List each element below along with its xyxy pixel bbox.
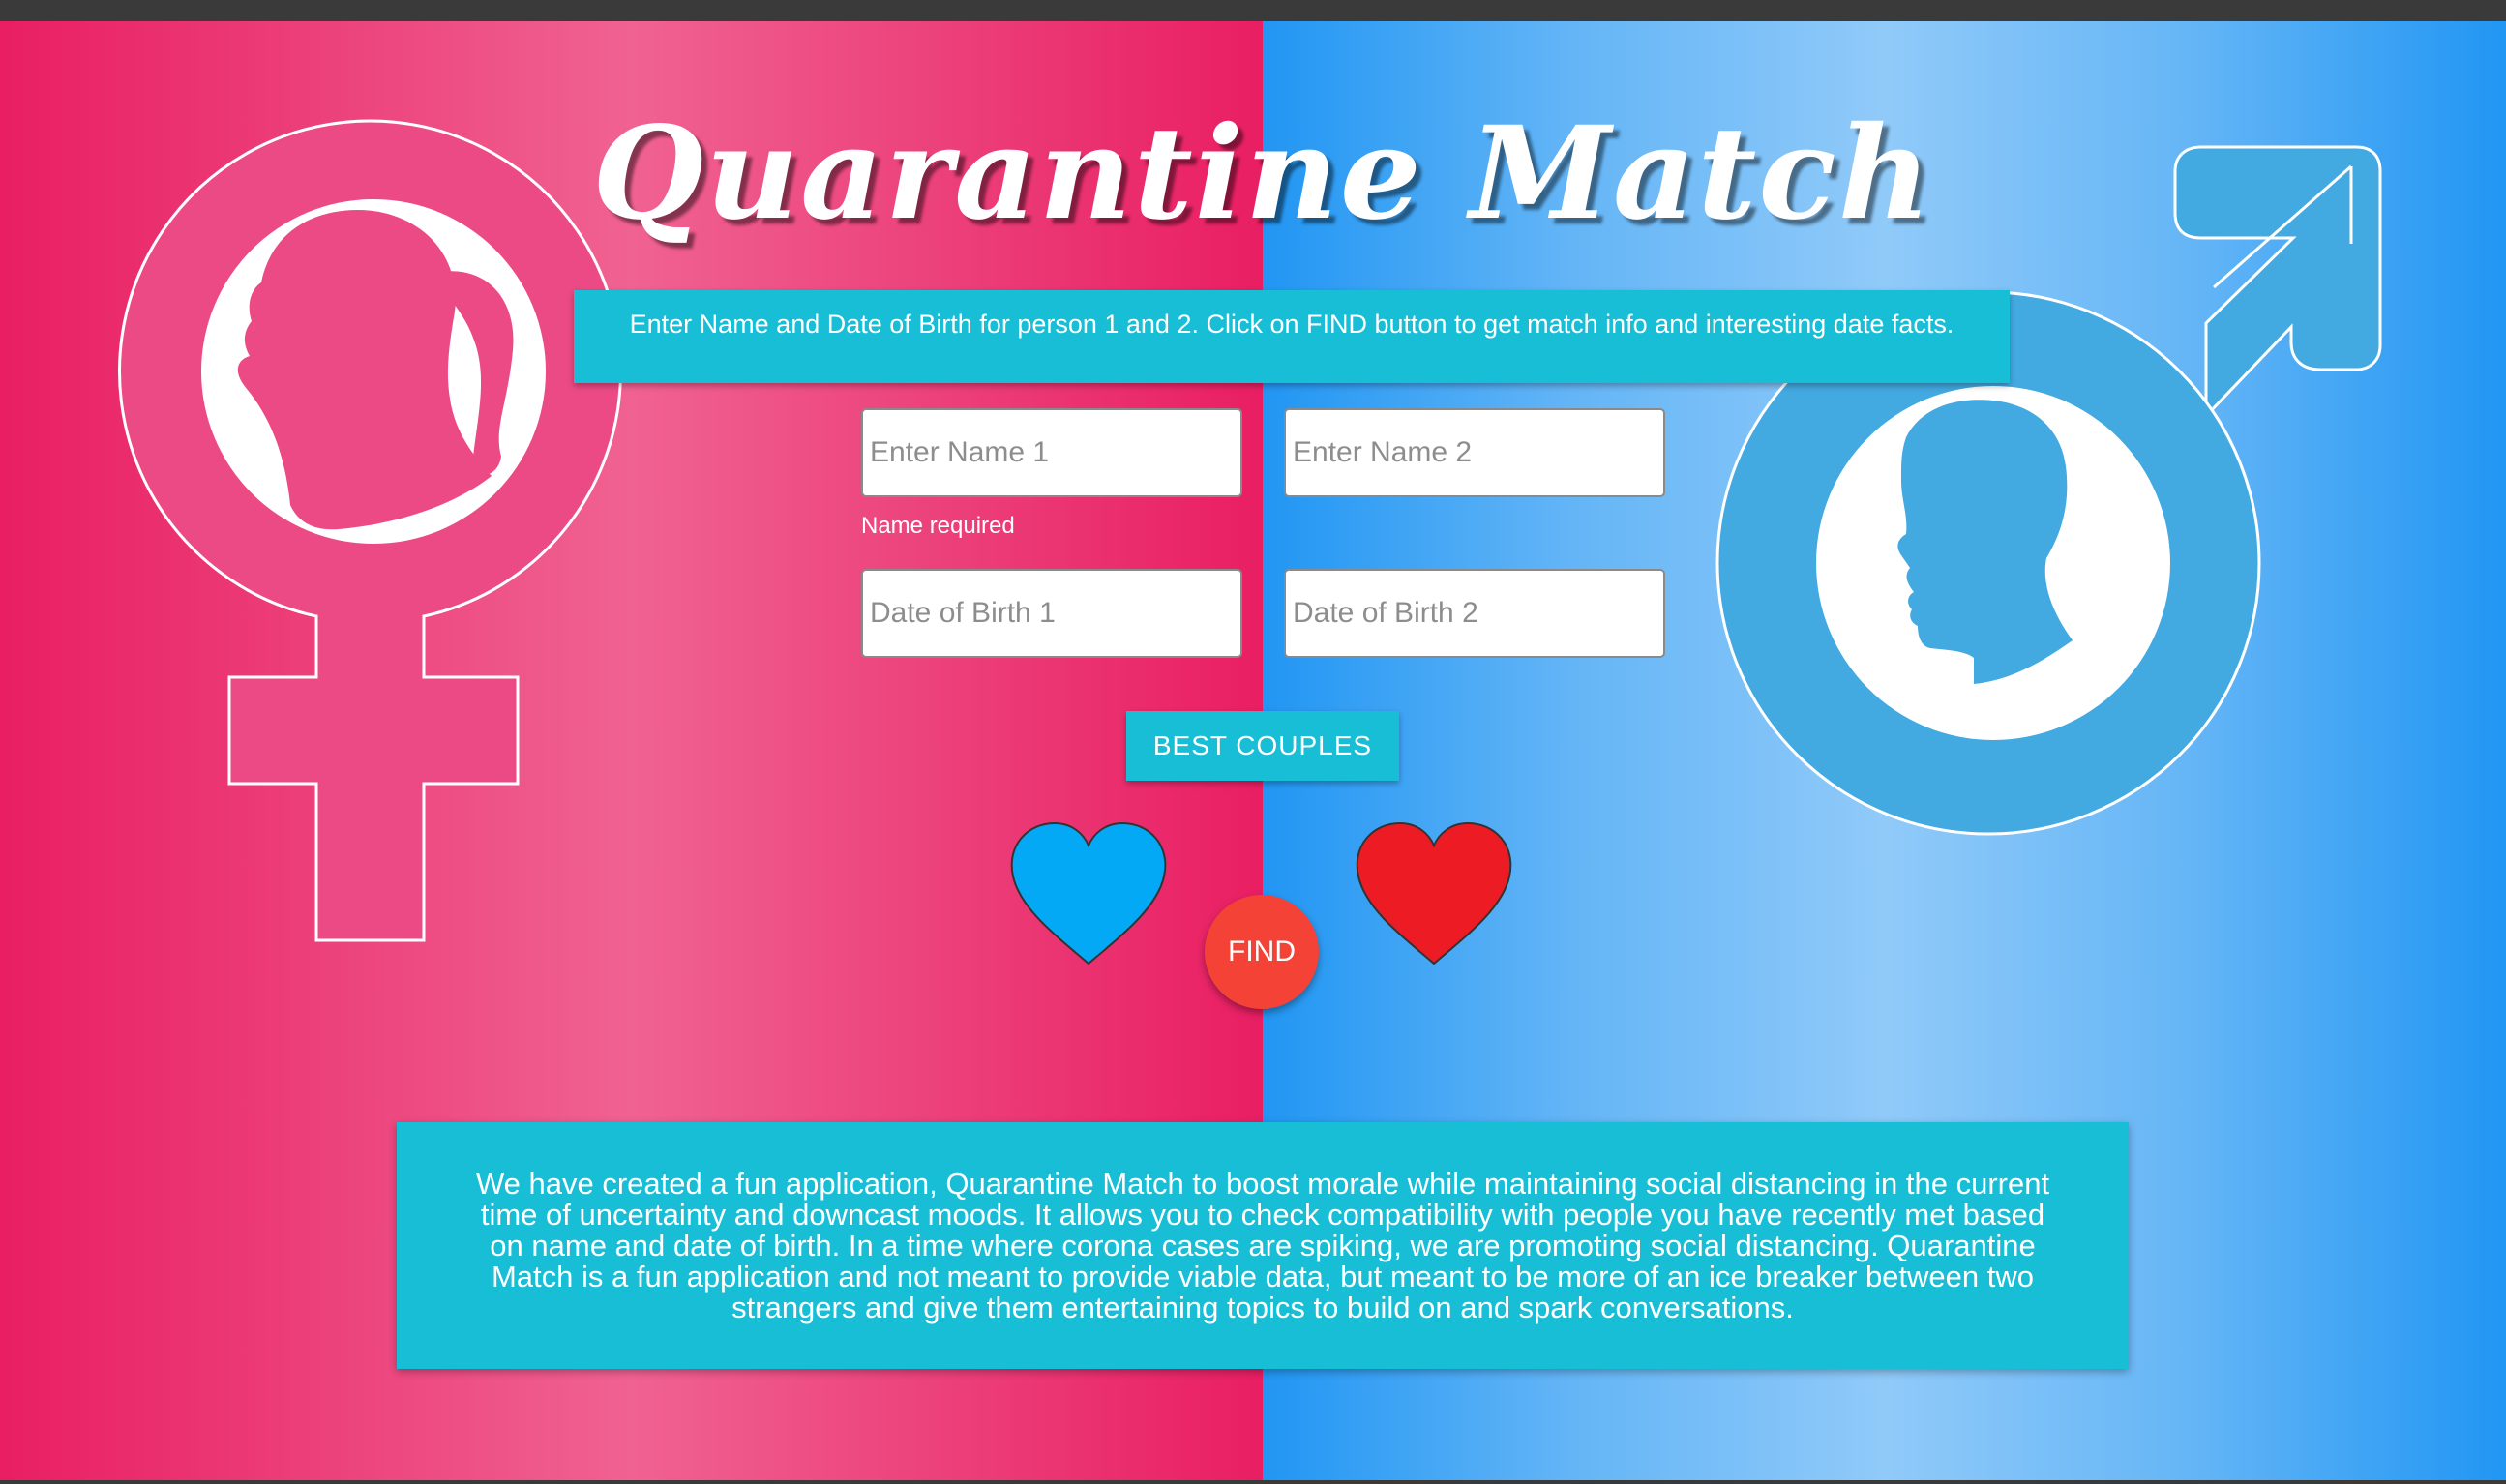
heart-blue-icon [1010, 821, 1167, 965]
window-top-bar [0, 0, 2506, 21]
heart-red-icon [1356, 821, 1512, 965]
page-title: Quarantine Match [592, 99, 1933, 249]
best-couples-button[interactable]: BEST COUPLES [1126, 711, 1399, 781]
about-text-box: We have created a fun application, Quara… [397, 1122, 2129, 1369]
dob-2-input[interactable] [1284, 569, 1665, 658]
find-button[interactable]: FIND [1205, 895, 1319, 1009]
app-stage: Quarantine Match Enter Name and Date of … [0, 21, 2506, 1480]
window-bottom-bar [0, 1480, 2506, 1484]
name-2-input[interactable] [1284, 408, 1665, 497]
name-1-input[interactable] [861, 408, 1242, 497]
name-required-error: Name required [861, 513, 1015, 539]
dob-1-input[interactable] [861, 569, 1242, 658]
instructions-banner: Enter Name and Date of Birth for person … [574, 290, 2010, 383]
